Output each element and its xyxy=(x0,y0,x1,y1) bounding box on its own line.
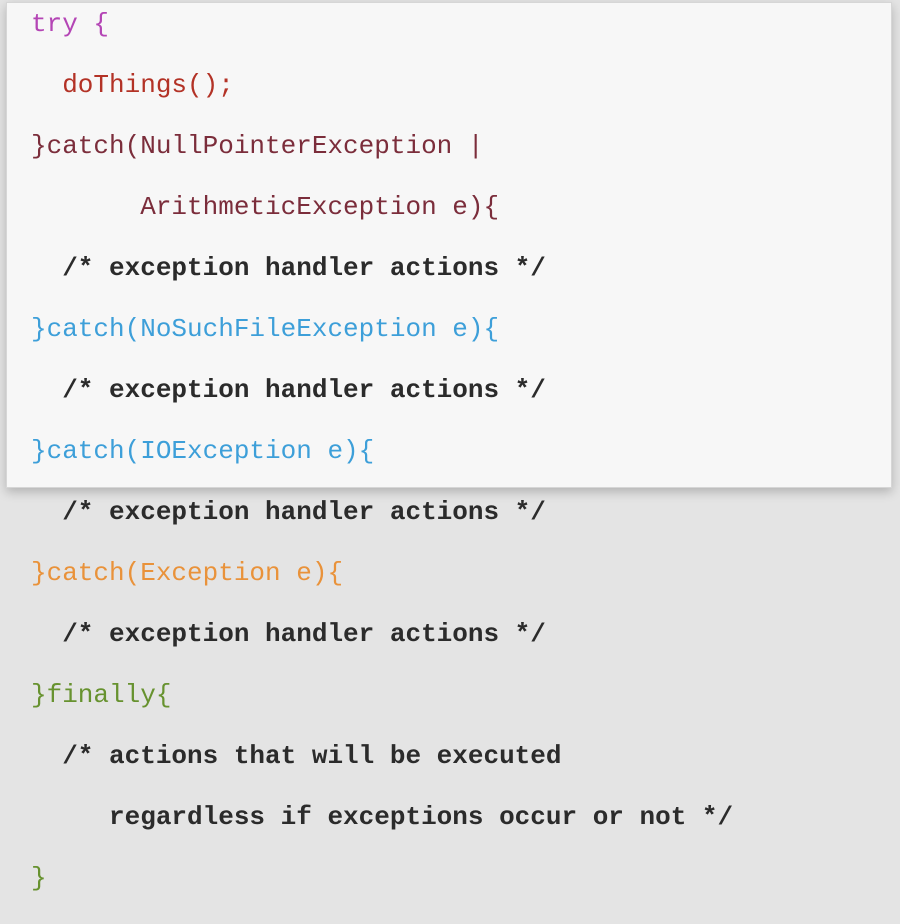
code-line-arithmetic: ArithmeticException e){ xyxy=(31,192,500,222)
code-line-catch-ioexception: }catch(IOException e){ xyxy=(31,436,375,466)
code-block: try { doThings(); }catch(NullPointerExce… xyxy=(31,9,733,924)
code-line-finally: }finally{ xyxy=(31,680,172,710)
code-comment-handler-1: /* exception handler actions */ xyxy=(31,253,546,283)
code-comment-handler-2: /* exception handler actions */ xyxy=(31,375,546,405)
code-line-catch-exception: }catch(Exception e){ xyxy=(31,558,344,588)
code-comment-handler-3: /* exception handler actions */ xyxy=(31,497,546,527)
code-line-closing-brace: } xyxy=(31,863,47,893)
code-comment-finally-2: regardless if exceptions occur or not */ xyxy=(31,802,734,832)
code-line-catch-nosuchfile: }catch(NoSuchFileException e){ xyxy=(31,314,500,344)
code-slide: try { doThings(); }catch(NullPointerExce… xyxy=(6,2,892,893)
code-line-dothings: doThings(); xyxy=(31,70,234,100)
code-line-try: try { xyxy=(31,9,110,39)
code-comment-finally-1: /* actions that will be executed xyxy=(31,741,562,771)
code-line-catch-nullpointer: }catch(NullPointerException | xyxy=(31,131,484,161)
code-comment-handler-4: /* exception handler actions */ xyxy=(31,619,546,649)
